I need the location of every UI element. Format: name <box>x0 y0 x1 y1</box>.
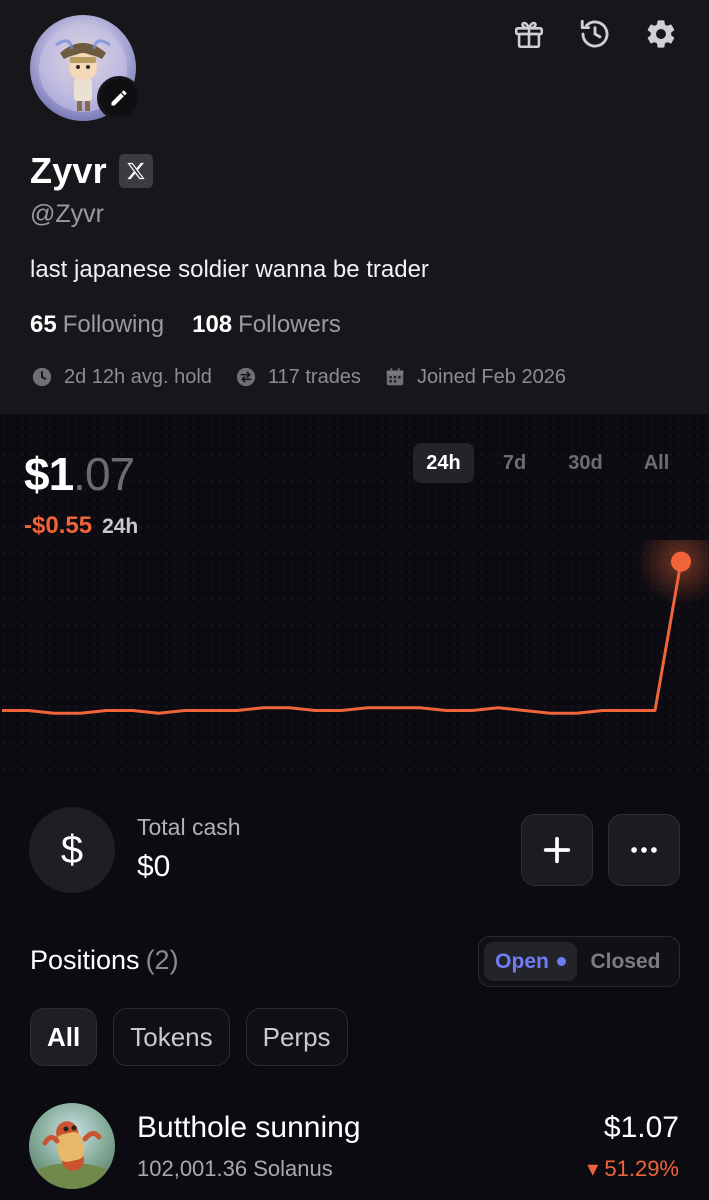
followers-stat[interactable]: 108 Followers <box>192 311 341 339</box>
avg-hold-text: 2d 12h avg. hold <box>64 365 212 388</box>
pencil-icon <box>111 90 127 106</box>
avg-hold-stat: 2d 12h avg. hold <box>30 365 212 389</box>
time-range-selector: 24h 7d 30d All <box>413 443 697 483</box>
swap-icon <box>234 365 258 389</box>
joined-stat: Joined Feb 2026 <box>383 365 566 389</box>
x-link-badge[interactable] <box>118 154 153 188</box>
cash-icon: $ <box>29 807 115 893</box>
token-image[interactable] <box>29 1103 115 1189</box>
followers-count: 108 <box>192 311 233 338</box>
history-button[interactable] <box>577 16 613 52</box>
positions-count: (2) <box>145 945 179 975</box>
balance-dollars: $1 <box>24 448 74 500</box>
following-stat[interactable]: 65 Following <box>30 311 164 339</box>
range-30d[interactable]: 30d <box>555 443 616 483</box>
position-amount: 102,001.36 Solanus <box>137 1156 333 1181</box>
followers-label: Followers <box>238 311 341 338</box>
change-period: 24h <box>102 515 139 538</box>
toggle-open-label: Open <box>495 949 549 973</box>
gift-button[interactable] <box>511 16 547 52</box>
toggle-closed[interactable]: Closed <box>577 942 674 981</box>
profile-meta: 2d 12h avg. hold 117 trades Joined Feb 2… <box>30 365 566 389</box>
trades-text: 117 trades <box>267 365 361 388</box>
filter-tokens[interactable]: Tokens <box>113 1008 230 1066</box>
range-24h[interactable]: 24h <box>413 443 474 483</box>
portfolio-line-chart <box>2 540 709 715</box>
total-cash-label: Total cash <box>137 814 241 840</box>
profile-header: Zyvr @Zyvr last japanese soldier wanna b… <box>0 0 709 414</box>
add-cash-button[interactable] <box>521 814 593 886</box>
positions-title: Positions (2) <box>30 945 179 976</box>
plus-icon <box>543 836 571 864</box>
total-cash-value: $0 <box>137 850 171 883</box>
toggle-open[interactable]: Open <box>484 942 577 981</box>
chart-series-line <box>2 561 683 715</box>
portfolio-balance: $1.07 <box>24 447 135 501</box>
x-logo-icon <box>127 162 145 180</box>
position-value: $1.07 <box>603 1111 679 1144</box>
positions-title-text: Positions <box>30 945 140 975</box>
clock-icon <box>30 365 54 389</box>
chart-endpoint-glow <box>637 540 709 606</box>
range-all[interactable]: All <box>626 443 687 483</box>
open-closed-toggle: Open Closed <box>478 936 680 987</box>
follow-stats: 65 Following 108 Followers <box>30 311 341 339</box>
profile-handle: @Zyvr <box>30 200 104 228</box>
more-icon <box>631 847 657 853</box>
position-change: ▾ 51.29% <box>587 1156 679 1181</box>
settings-button[interactable] <box>643 16 679 52</box>
change-value: -$0.55 <box>24 512 93 539</box>
filter-all[interactable]: All <box>30 1008 98 1066</box>
name-row: Zyvr <box>30 150 153 192</box>
profile-bio: last japanese soldier wanna be trader <box>30 256 429 283</box>
gear-icon <box>647 20 675 48</box>
range-7d[interactable]: 7d <box>484 443 545 483</box>
following-label: Following <box>62 311 165 338</box>
portfolio-change: -$0.55 24h <box>24 512 138 540</box>
profile-name: Zyvr <box>30 150 107 191</box>
joined-text: Joined Feb 2026 <box>416 365 566 388</box>
active-dot-icon <box>556 957 566 966</box>
filter-perps[interactable]: Perps <box>245 1008 348 1066</box>
calendar-icon <box>383 365 407 389</box>
gift-icon <box>514 21 544 49</box>
trades-stat: 117 trades <box>234 365 361 389</box>
top-actions <box>511 16 679 52</box>
history-icon <box>580 19 609 48</box>
position-name[interactable]: Butthole sunning <box>137 1111 361 1145</box>
edit-avatar-button[interactable] <box>97 76 141 120</box>
following-count: 65 <box>30 311 57 338</box>
balance-cents: .07 <box>73 448 135 500</box>
more-options-button[interactable] <box>608 814 680 886</box>
position-filters: All Tokens Perps <box>30 1008 348 1066</box>
chart-endpoint-point[interactable] <box>671 551 691 572</box>
